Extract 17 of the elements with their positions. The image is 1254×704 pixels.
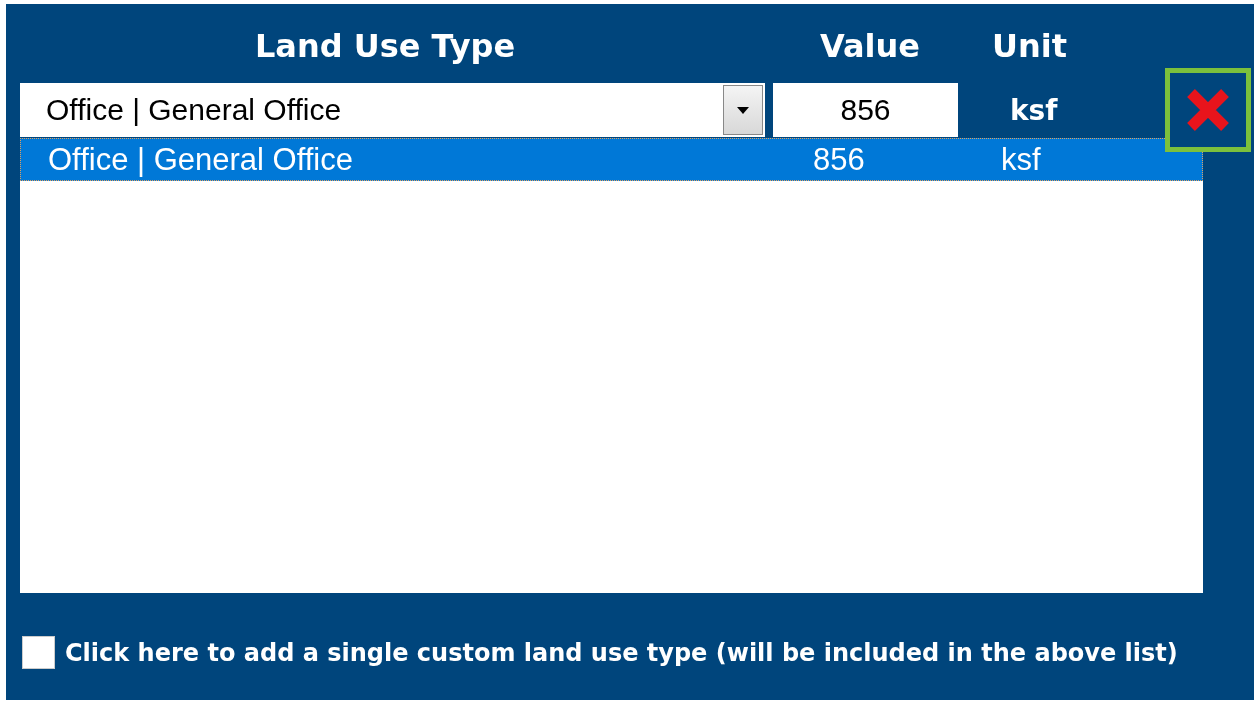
checkbox-label: Click here to add a single custom land use type (will be included in the above list) <box>65 638 1178 667</box>
close-icon <box>1185 87 1231 133</box>
list-cell-text: Office | General Office <box>48 141 354 178</box>
column-header: Unit <box>992 27 1068 65</box>
column-header: Value <box>820 27 921 65</box>
column-header: Land Use Type <box>253 27 517 65</box>
land-use-dropdown[interactable]: Office | General Office <box>20 83 765 137</box>
checkbox[interactable] <box>22 636 55 669</box>
value-field[interactable]: 856 <box>773 83 958 137</box>
list-cell: ksf <box>1001 141 1041 178</box>
unit-label: ksf <box>1010 93 1059 127</box>
delete-button[interactable] <box>1165 68 1251 152</box>
list-row[interactable]: Office | General Office 856 ksf <box>20 138 1203 181</box>
caret-icon <box>737 106 749 114</box>
land-use-list[interactable]: Office | General Office 856 ksf <box>20 138 1203 593</box>
dropdown-button[interactable] <box>723 85 763 135</box>
list-cell-text: 856 <box>813 141 866 178</box>
